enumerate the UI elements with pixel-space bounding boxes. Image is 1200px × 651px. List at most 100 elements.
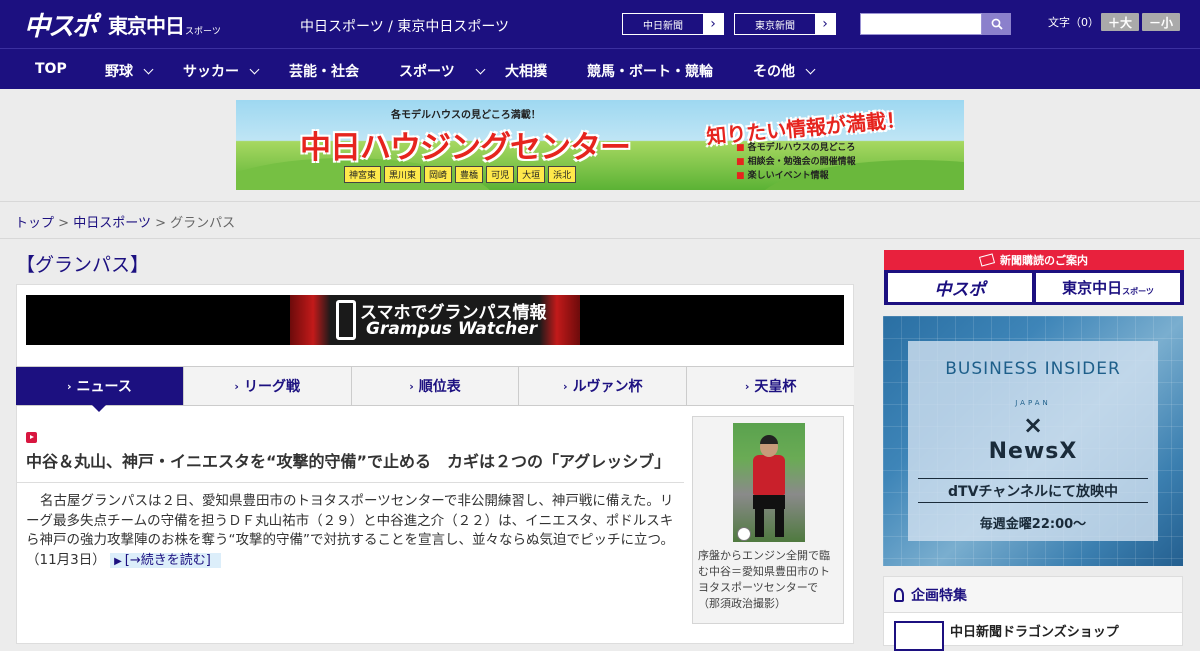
nav-item-soccer[interactable]: サッカー xyxy=(183,61,260,81)
feature-thumbnail[interactable] xyxy=(894,621,944,651)
divider xyxy=(16,482,684,483)
chevron-right-icon: › xyxy=(703,14,723,34)
banner-subtitle: 各モデルハウスの見どころ満載！ xyxy=(391,110,541,121)
read-more-link[interactable]: ▶ [→続きを読む] xyxy=(110,552,221,568)
banner-location: 神宮東 xyxy=(344,166,382,183)
feature-header-label: 企画特集 xyxy=(911,587,967,604)
banner-title: 中日ハウジングセンター xyxy=(300,130,631,166)
section-tabs: › ニュース › リーグ戦 › 順位表 › ルヴァン杯 › 天皇杯 xyxy=(16,366,854,412)
photo-player-leg xyxy=(755,509,764,537)
breadcrumb-separator: > xyxy=(58,216,70,231)
chevron-down-icon xyxy=(143,64,154,74)
ad-brand-sub: JAPAN xyxy=(1015,399,1051,407)
site-logo[interactable]: 中スポ 東京中日 スポーツ xyxy=(24,8,221,42)
banner-location: 黒川東 xyxy=(384,166,422,183)
photo-player-leg xyxy=(775,509,784,537)
read-more-label: [→続きを読む] xyxy=(124,552,211,568)
chevron-right-icon: › xyxy=(815,14,835,34)
search-input[interactable] xyxy=(860,13,982,35)
article-date: （11月3日） xyxy=(26,551,106,568)
tab-news[interactable]: › ニュース xyxy=(16,367,184,412)
chevron-right-icon: › xyxy=(409,379,414,393)
logo-sports: スポーツ xyxy=(185,26,221,37)
main-nav: TOP 野球 サッカー 芸能・社会 スポーツ 大相撲 競馬・ボート・競輪 その他 xyxy=(0,48,1200,89)
nav-label: TOP xyxy=(35,61,67,77)
breadcrumb-bar: トップ > 中日スポーツ > グランパス xyxy=(0,201,1200,239)
smartphone-icon xyxy=(336,300,356,340)
nav-label: 芸能・社会 xyxy=(289,64,359,80)
tab-emperors-cup[interactable]: › 天皇杯 xyxy=(687,367,854,405)
chevron-right-icon: › xyxy=(563,379,568,393)
subscribe-chuspo-link[interactable]: 中スポ xyxy=(888,273,1032,302)
nav-item-sports[interactable]: スポーツ xyxy=(399,61,486,81)
font-larger-button[interactable]: ＋大 xyxy=(1101,13,1139,31)
tab-label: 天皇杯 xyxy=(754,379,797,395)
tab-label: ニュース xyxy=(76,379,132,395)
grampus-watcher-line2: Grampus Watcher xyxy=(366,319,538,339)
article-title[interactable]: 中谷＆丸山、神戸・イニエスタを“攻撃的守備”で止める カギは２つの「アグレッシブ… xyxy=(26,426,686,474)
breadcrumb: トップ > 中日スポーツ > グランパス xyxy=(15,212,235,231)
chunichi-shimbun-link[interactable]: 中日新聞 › xyxy=(622,13,724,35)
feature-header: 企画特集 xyxy=(884,577,1182,613)
article-photo[interactable] xyxy=(733,423,805,542)
nav-label: 競馬・ボート・競輪 xyxy=(587,64,713,80)
nav-item-other[interactable]: その他 xyxy=(753,61,816,81)
ticket-icon xyxy=(978,253,996,267)
nav-item-entertainment[interactable]: 芸能・社会 xyxy=(289,61,359,81)
banner-location: 可児 xyxy=(486,166,515,183)
subscription-box: 新聞購読のご案内 中スポ 東京中日 スポーツ xyxy=(884,250,1184,305)
subscription-header[interactable]: 新聞購読のご案内 xyxy=(884,250,1184,270)
banner-location: 浜北 xyxy=(548,166,577,183)
photo-player-body xyxy=(753,455,785,495)
grampus-watcher-banner[interactable]: スマホでグランパス情報 Grampus Watcher xyxy=(26,295,844,345)
site-title: 中日スポーツ / 東京中日スポーツ xyxy=(300,19,510,35)
subscribe-tokyo-chunichi-link[interactable]: 東京中日 スポーツ xyxy=(1036,273,1180,302)
chevron-down-icon xyxy=(249,64,260,74)
feature-item-link[interactable]: 中日新聞ドラゴンズショップ xyxy=(950,621,1119,640)
banner-location: 大垣 xyxy=(517,166,546,183)
ad-panel: BUSINESS INSIDER JAPAN × NewsX dTVチャンネルに… xyxy=(908,341,1158,541)
ad-partner: NewsX xyxy=(988,439,1078,464)
nav-item-top[interactable]: TOP xyxy=(35,61,67,77)
banner-location: 岡崎 xyxy=(424,166,453,183)
divider xyxy=(918,502,1148,503)
chevron-right-icon: › xyxy=(66,379,72,393)
nav-label: 大相撲 xyxy=(505,64,547,80)
tab-standings[interactable]: › 順位表 xyxy=(351,367,520,405)
banner-locations: 神宮東 黒川東 岡崎 豊橋 可児 大垣 浜北 xyxy=(344,166,577,183)
tab-levain-cup[interactable]: › ルヴァン杯 xyxy=(519,367,688,405)
banner-points: 各モデルハウスの見どころ 相談会・勉強会の開催情報 楽しいイベント情報 xyxy=(736,141,856,183)
tab-label: 順位表 xyxy=(418,379,461,395)
photo-player-hair xyxy=(760,435,778,444)
banner-point: 相談会・勉強会の開催情報 xyxy=(736,155,856,169)
chunichi-shimbun-label: 中日新聞 xyxy=(643,20,683,32)
business-insider-ad[interactable]: BUSINESS INSIDER JAPAN × NewsX dTVチャンネルに… xyxy=(883,316,1183,566)
banner-point: 楽しいイベント情報 xyxy=(736,169,856,183)
search-button[interactable] xyxy=(982,13,1011,35)
subscription-label: 新聞購読のご案内 xyxy=(1000,254,1088,267)
ad-schedule: 毎週金曜22:00〜 xyxy=(979,517,1087,532)
sub-logo-sports: スポーツ xyxy=(1122,287,1154,296)
photo-ball xyxy=(737,527,751,541)
play-marker-icon xyxy=(26,432,37,443)
sub-logo-tokyo: 東京中日 xyxy=(1062,279,1123,297)
chevron-right-icon: › xyxy=(234,379,239,393)
search-icon xyxy=(991,18,1003,30)
nav-item-racing[interactable]: 競馬・ボート・競輪 xyxy=(587,61,713,81)
breadcrumb-section-link[interactable]: 中日スポーツ xyxy=(73,216,151,231)
housing-center-banner[interactable]: 各モデルハウスの見どころ満載！ 中日ハウジングセンター 知りたい情報が満載！ 神… xyxy=(236,100,964,190)
nav-label: 野球 xyxy=(105,64,133,80)
nav-item-sumo[interactable]: 大相撲 xyxy=(505,61,547,81)
chevron-down-icon xyxy=(475,64,486,74)
breadcrumb-home-link[interactable]: トップ xyxy=(15,216,54,231)
tab-league[interactable]: › リーグ戦 xyxy=(183,367,352,405)
chevron-right-icon: › xyxy=(744,379,750,393)
logo-chuspo: 中スポ xyxy=(24,11,98,42)
feature-box: 企画特集 中日新聞ドラゴンズショップ xyxy=(883,576,1183,651)
breadcrumb-separator: > xyxy=(155,216,166,231)
nav-label: その他 xyxy=(753,64,795,80)
tokyo-shimbun-link[interactable]: 東京新聞 › xyxy=(734,13,836,35)
font-smaller-button[interactable]: －小 xyxy=(1142,13,1180,31)
article-title-text: 中谷＆丸山、神戸・イニエスタを“攻撃的守備”で止める カギは２つの「アグレッシブ… xyxy=(26,452,671,471)
nav-item-baseball[interactable]: 野球 xyxy=(105,61,154,81)
